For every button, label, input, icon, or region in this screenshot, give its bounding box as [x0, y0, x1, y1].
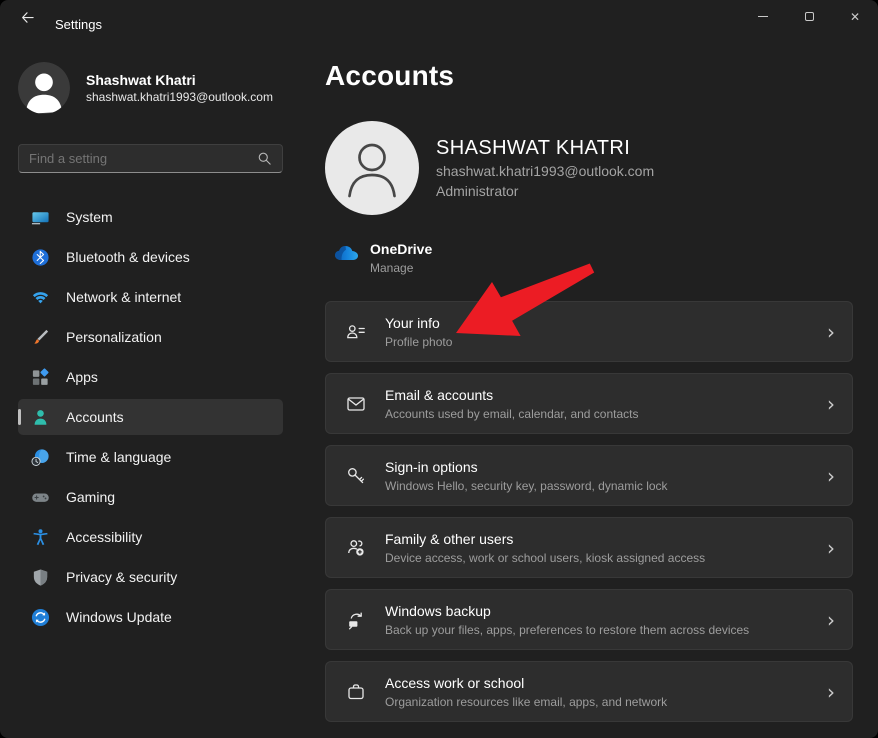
- minimize-icon: [758, 16, 768, 17]
- sidebar-nav: System Bluetooth & devices Network & inter…: [18, 199, 283, 635]
- chevron-right-icon: ›: [827, 682, 835, 702]
- window-title: Settings: [55, 17, 102, 32]
- gaming-icon: [31, 488, 50, 507]
- card-title: Sign-in options: [385, 458, 827, 476]
- chevron-right-icon: ›: [827, 466, 835, 486]
- onedrive-title: OneDrive: [370, 240, 432, 258]
- your-info-icon: [345, 321, 367, 343]
- sidebar-item-label: Apps: [66, 369, 98, 385]
- close-icon: ✕: [850, 11, 860, 23]
- card-title: Access work or school: [385, 674, 827, 692]
- card-family-other-users[interactable]: Family & other users Device access, work …: [325, 517, 853, 578]
- sidebar-item-label: Time & language: [66, 449, 171, 465]
- briefcase-icon: [345, 681, 367, 703]
- account-email: shashwat.khatri1993@outlook.com: [436, 161, 654, 181]
- caption-controls: ✕: [740, 0, 878, 33]
- settings-cards: Your infoProfile photo›Email & accountsA…: [325, 301, 853, 722]
- onedrive-section: OneDrive Manage: [325, 240, 853, 277]
- sidebar-item-label: Personalization: [66, 329, 162, 345]
- sidebar-item-label: Accessibility: [66, 529, 142, 545]
- back-button[interactable]: [10, 6, 44, 34]
- backup-icon: [345, 609, 367, 631]
- sidebar-item-time-language[interactable]: Time & language: [18, 439, 283, 475]
- search-icon[interactable]: [257, 151, 272, 166]
- sidebar-item-label: Gaming: [66, 489, 115, 505]
- selected-indicator-pill: [18, 409, 21, 425]
- sidebar-item-gaming[interactable]: Gaming: [18, 479, 283, 515]
- card-subtitle: Device access, work or school users, kio…: [385, 550, 827, 566]
- sidebar-item-apps[interactable]: Apps: [18, 359, 283, 395]
- sidebar-item-label: Network & internet: [66, 289, 181, 305]
- card-subtitle: Organization resources like email, apps,…: [385, 694, 827, 710]
- page-title: Accounts: [325, 60, 853, 92]
- sidebar-item-network-internet[interactable]: Network & internet: [18, 279, 283, 315]
- sidebar-item-label: Privacy & security: [66, 569, 177, 585]
- card-subtitle: Back up your files, apps, preferences to…: [385, 622, 827, 638]
- family-icon: [345, 537, 367, 559]
- card-windows-backup[interactable]: Windows backup Back up your files, apps, …: [325, 589, 853, 650]
- close-button[interactable]: ✕: [832, 0, 878, 33]
- sidebar: Shashwat Khatri shashwat.khatri1993@outl…: [0, 40, 300, 738]
- sidebar-item-label: Accounts: [66, 409, 124, 425]
- settings-window: Settings ✕ Shashwat Khatri shashwat.khat…: [0, 0, 878, 738]
- account-avatar[interactable]: [325, 121, 419, 215]
- key-icon: [345, 465, 367, 487]
- card-title: Windows backup: [385, 602, 827, 620]
- sidebar-item-label: System: [66, 209, 113, 225]
- apps-icon: [31, 368, 50, 387]
- avatar: [18, 62, 70, 114]
- card-your-info[interactable]: Your info Profile photo›: [325, 301, 853, 362]
- account-name: SHASHWAT KHATRI: [436, 135, 654, 161]
- card-sign-in-options[interactable]: Sign-in options Windows Hello, security k…: [325, 445, 853, 506]
- sidebar-item-label: Windows Update: [66, 609, 172, 625]
- search-input[interactable]: [29, 151, 257, 166]
- sidebar-user-email: shashwat.khatri1993@outlook.com: [86, 89, 273, 105]
- onedrive-cloud-icon: [333, 243, 360, 262]
- email-icon: [345, 393, 367, 415]
- system-icon: [31, 208, 50, 227]
- network-icon: [31, 288, 50, 307]
- sidebar-item-accounts[interactable]: Accounts: [18, 399, 283, 435]
- main-content: Accounts SHASHWAT KHATRI shashwat.khatri…: [325, 40, 853, 738]
- card-title: Family & other users: [385, 530, 827, 548]
- card-subtitle: Accounts used by email, calendar, and co…: [385, 406, 827, 422]
- sidebar-item-bluetooth-devices[interactable]: Bluetooth & devices: [18, 239, 283, 275]
- sidebar-profile[interactable]: Shashwat Khatri shashwat.khatri1993@outl…: [18, 62, 300, 114]
- sidebar-item-accessibility[interactable]: Accessibility: [18, 519, 283, 555]
- search-box[interactable]: [18, 144, 283, 173]
- sidebar-item-system[interactable]: System: [18, 199, 283, 235]
- card-email-accounts[interactable]: Email & accounts Accounts used by email, …: [325, 373, 853, 434]
- sidebar-item-windows-update[interactable]: Windows Update: [18, 599, 283, 635]
- card-subtitle: Windows Hello, security key, password, d…: [385, 478, 827, 494]
- personalization-icon: [31, 328, 50, 347]
- card-title: Your info: [385, 314, 827, 332]
- chevron-right-icon: ›: [827, 394, 835, 414]
- onedrive-manage-link[interactable]: Manage: [370, 260, 432, 277]
- maximize-button[interactable]: [786, 0, 832, 33]
- sidebar-user-name: Shashwat Khatri: [86, 71, 273, 89]
- accessibility-icon: [31, 528, 50, 547]
- accounts-icon: [31, 408, 50, 427]
- card-title: Email & accounts: [385, 386, 827, 404]
- arrow-left-icon: [20, 10, 35, 30]
- account-summary: SHASHWAT KHATRI shashwat.khatri1993@outl…: [325, 121, 853, 215]
- sidebar-item-label: Bluetooth & devices: [66, 249, 190, 265]
- chevron-right-icon: ›: [827, 322, 835, 342]
- windows-update-icon: [31, 608, 50, 627]
- chevron-right-icon: ›: [827, 538, 835, 558]
- bluetooth-icon: [31, 248, 50, 267]
- time-language-icon: [31, 448, 50, 467]
- titlebar: Settings ✕: [0, 0, 878, 40]
- minimize-button[interactable]: [740, 0, 786, 33]
- privacy-icon: [31, 568, 50, 587]
- card-access-work-or-school[interactable]: Access work or school Organization resour…: [325, 661, 853, 722]
- sidebar-item-privacy-security[interactable]: Privacy & security: [18, 559, 283, 595]
- sidebar-item-personalization[interactable]: Personalization: [18, 319, 283, 355]
- maximize-icon: [805, 12, 814, 21]
- card-subtitle: Profile photo: [385, 334, 827, 350]
- account-role: Administrator: [436, 181, 654, 201]
- chevron-right-icon: ›: [827, 610, 835, 630]
